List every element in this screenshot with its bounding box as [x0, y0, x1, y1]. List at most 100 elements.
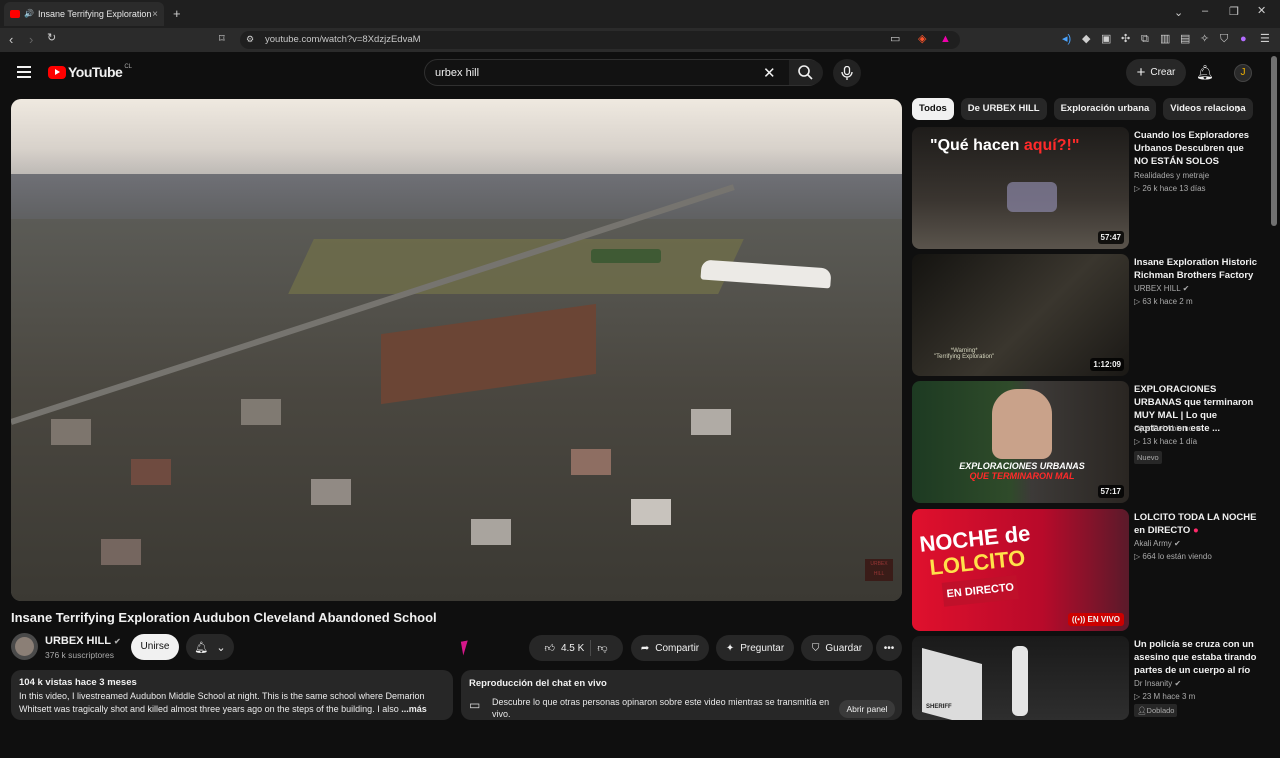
share-button[interactable]: ➦ Compartir: [631, 635, 709, 661]
search-button[interactable]: [789, 60, 823, 85]
page-scrollbar[interactable]: [1271, 56, 1277, 226]
guide-menu-icon[interactable]: [17, 66, 31, 78]
related-title: Un policía se cruza con un asesino que e…: [1134, 639, 1257, 676]
video-player[interactable]: URBEX HILL: [11, 99, 902, 601]
like-button[interactable]: 👍︎ 4.5 K: [545, 642, 585, 655]
duration-badge: 57:47: [1097, 231, 1124, 244]
extension-icon[interactable]: ▣: [1101, 34, 1111, 45]
dubbed-icon: 👤︎: [1137, 706, 1147, 715]
video-frame-house: [311, 479, 351, 505]
brave-shield-icon[interactable]: ◈: [918, 34, 926, 45]
browser-tabstrip: 🔊 Insane Terrifying Exploration × + ⌄ – …: [0, 0, 1280, 28]
verified-icon: ✔: [1182, 284, 1190, 293]
chip-from-channel[interactable]: De URBEX HILL: [960, 98, 1047, 120]
reload-icon[interactable]: ↻: [47, 33, 56, 44]
chevron-right-icon[interactable]: ›: [1236, 100, 1241, 116]
related-stats: ▷ 13 k hace 1 día: [1134, 437, 1198, 446]
ask-button[interactable]: ✦ Preguntar: [716, 635, 794, 661]
menu-icon[interactable]: ☰: [1260, 34, 1270, 45]
tab-search-icon[interactable]: ⌄: [1174, 8, 1183, 19]
related-channel[interactable]: Akali Army ✔: [1134, 539, 1181, 548]
verified-icon: ✔: [1174, 539, 1181, 548]
address-bar[interactable]: ⚙ youtube.com/watch?v=8XdzjzEdvaM ▭ ◈ ▲: [240, 31, 960, 49]
related-stats: ▷ 26 k hace 13 días: [1134, 184, 1206, 193]
more-icon: •••: [883, 642, 895, 654]
profile-icon[interactable]: ●: [1240, 34, 1247, 45]
related-channel[interactable]: Dr Insanity ✔: [1134, 679, 1181, 688]
minimize-icon[interactable]: –: [1202, 6, 1208, 17]
thumbnail-text: "Qué hacen aquí?!": [930, 137, 1080, 154]
extension-icon[interactable]: ⧉: [1141, 34, 1149, 45]
related-channel[interactable]: Realidades y metraje: [1134, 171, 1209, 180]
create-button[interactable]: + Crear: [1126, 59, 1186, 86]
dislike-button[interactable]: 👎︎: [597, 642, 607, 654]
related-video[interactable]: EXPLORACIONES URBANAS QUE TERMINARON MAL …: [912, 381, 1272, 503]
notification-settings-button[interactable]: 🔔︎ ⌄: [186, 634, 234, 660]
bell-icon: 🔔︎: [194, 641, 209, 654]
channel-avatar[interactable]: [11, 633, 38, 660]
search-icon: [798, 65, 813, 80]
forward-icon[interactable]: ›: [29, 33, 33, 46]
clear-search-icon[interactable]: ✕: [763, 64, 776, 82]
tab-title: Insane Terrifying Exploration: [37, 9, 152, 19]
related-channel[interactable]: Ojos Del Abismo ✔: [1134, 424, 1202, 433]
leo-icon[interactable]: ✧: [1200, 34, 1209, 45]
wallet-icon[interactable]: ▤: [1180, 34, 1190, 45]
show-more-link[interactable]: ...más: [401, 704, 427, 714]
url-text: youtube.com/watch?v=8XdzjzEdvaM: [265, 34, 421, 45]
related-title: LOLCITO TODA LA NOCHE en DIRECTO ●: [1134, 512, 1257, 536]
maximize-icon[interactable]: ❐: [1229, 7, 1239, 18]
thumbnail-text: *Warning* "Terrifying Exploration": [934, 348, 995, 360]
browser-tab[interactable]: 🔊 Insane Terrifying Exploration ×: [4, 2, 164, 26]
join-button[interactable]: Unirse: [131, 634, 179, 660]
related-video[interactable]: SHERIFF Un policía se cruza con un asesi…: [912, 636, 1272, 758]
bookmark-icon[interactable]: ⌑: [219, 34, 225, 45]
red-dot-icon: ●: [1192, 525, 1199, 536]
open-panel-button[interactable]: Abrir panel: [839, 700, 895, 718]
share-label: Compartir: [655, 642, 700, 654]
rewards-icon[interactable]: ▲: [940, 34, 951, 45]
channel-name-text: URBEX HILL: [45, 635, 111, 647]
related-stats: ▷ 23 M hace 3 m: [1134, 692, 1196, 701]
search-input[interactable]: [435, 65, 755, 81]
bookmark-icon: ⛉: [811, 642, 820, 654]
account-avatar[interactable]: J: [1234, 64, 1252, 82]
like-dislike-group: 👍︎ 4.5 K 👎︎: [529, 635, 623, 661]
related-channel[interactable]: URBEX HILL ✔: [1134, 284, 1189, 293]
share-icon: ➦: [640, 642, 650, 654]
vpn-icon[interactable]: ⛉: [1220, 34, 1228, 45]
video-thumbnail[interactable]: SHERIFF: [912, 636, 1129, 720]
related-video[interactable]: "Qué hacen aquí?!" 57:47 Cuando los Expl…: [912, 127, 1272, 249]
chip-all[interactable]: Todos: [912, 98, 954, 120]
voice-search-button[interactable]: [833, 59, 861, 87]
puzzle-icon[interactable]: ✣: [1121, 34, 1130, 45]
extension-audio-icon[interactable]: ◂): [1062, 34, 1071, 45]
chip-urban-exploration[interactable]: Exploración urbana: [1053, 98, 1157, 120]
channel-watermark[interactable]: URBEX HILL: [865, 559, 893, 581]
related-video[interactable]: NOCHE de LOLCITO EN DIRECTO ((•)) EN VIVO …: [912, 509, 1272, 631]
back-icon[interactable]: ‹: [9, 33, 13, 46]
site-info-icon[interactable]: ⚙: [246, 35, 254, 44]
video-thumbnail[interactable]: NOCHE de LOLCITO EN DIRECTO ((•)) EN VIVO: [912, 509, 1129, 631]
youtube-logo[interactable]: YouTube CL: [48, 64, 132, 80]
youtube-favicon-icon: [10, 10, 20, 18]
more-actions-button[interactable]: •••: [876, 635, 902, 661]
close-window-icon[interactable]: ✕: [1257, 6, 1266, 17]
new-tab-icon[interactable]: +: [173, 7, 181, 20]
video-frame-house: [471, 519, 511, 545]
video-thumbnail[interactable]: "Qué hacen aquí?!" 57:47: [912, 127, 1129, 249]
channel-name[interactable]: URBEX HILL ✔: [45, 635, 121, 647]
save-button[interactable]: ⛉ Guardar: [801, 635, 873, 661]
sidebar-icon[interactable]: ▥: [1160, 34, 1170, 45]
video-frame-house: [631, 499, 671, 525]
close-tab-icon[interactable]: ×: [152, 9, 158, 20]
video-thumbnail[interactable]: *Warning* "Terrifying Exploration" 1:12:0…: [912, 254, 1129, 376]
video-frame-field: [288, 239, 744, 294]
cast-icon[interactable]: ▭: [890, 34, 900, 45]
extension-icon[interactable]: ◆: [1082, 34, 1090, 45]
description-box[interactable]: 104 k vistas hace 3 meses In this video,…: [11, 670, 453, 720]
view-count-date: 104 k vistas hace 3 meses: [19, 677, 137, 688]
video-thumbnail[interactable]: EXPLORACIONES URBANAS QUE TERMINARON MAL …: [912, 381, 1129, 503]
notifications-bell-icon[interactable]: 🔔︎: [1196, 64, 1214, 81]
related-video[interactable]: *Warning* "Terrifying Exploration" 1:12:0…: [912, 254, 1272, 376]
